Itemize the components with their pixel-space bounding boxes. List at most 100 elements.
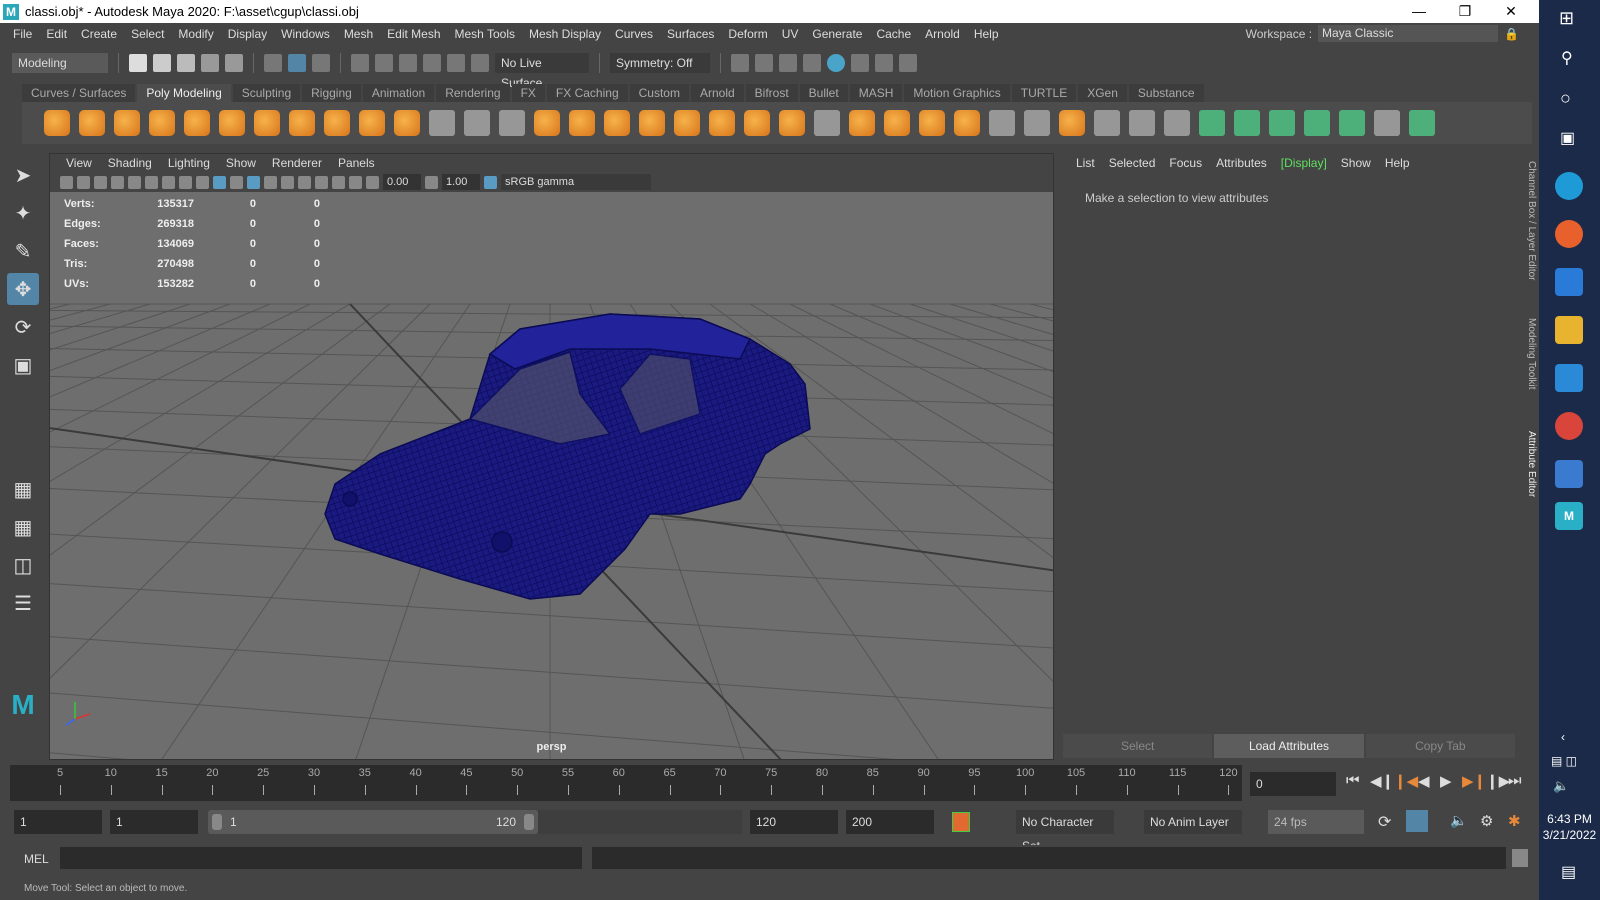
chevron-up-icon[interactable]: ‹ bbox=[1561, 730, 1565, 744]
merge-icon[interactable] bbox=[1059, 110, 1085, 136]
isolate-select-icon[interactable] bbox=[349, 175, 362, 189]
insert-loop-icon[interactable] bbox=[1094, 110, 1120, 136]
retopo-icon[interactable] bbox=[744, 110, 770, 136]
uv-unfold-icon[interactable] bbox=[1339, 110, 1365, 136]
bridge-icon[interactable] bbox=[814, 110, 840, 136]
super-shape-icon[interactable] bbox=[324, 110, 350, 136]
range-slider-track[interactable] bbox=[538, 810, 742, 834]
menu-edit-mesh[interactable]: Edit Mesh bbox=[380, 27, 447, 41]
select-component-icon[interactable] bbox=[312, 54, 330, 72]
notification-icon[interactable]: ▤ bbox=[1561, 862, 1576, 882]
time-slider[interactable]: 5 10 15 20 25 30 35 40 45 50 55 60 65 70 75 80 85 90 95 100… bbox=[10, 765, 1242, 801]
tab-arnold[interactable]: Arnold bbox=[690, 84, 744, 102]
snap-surface-icon[interactable] bbox=[447, 54, 465, 72]
windows-start-icon[interactable]: ⊞ bbox=[1559, 8, 1574, 29]
poly-sphere-icon[interactable] bbox=[44, 110, 70, 136]
go-to-start-icon[interactable]: ⏮ bbox=[1346, 772, 1360, 789]
close-button[interactable]: ✕ bbox=[1488, 0, 1534, 23]
viewport-menu-renderer[interactable]: Renderer bbox=[264, 154, 330, 172]
separate-icon[interactable] bbox=[569, 110, 595, 136]
clock-time[interactable]: 6:43 PM bbox=[1539, 812, 1600, 826]
smooth-icon[interactable] bbox=[639, 110, 665, 136]
snap-curve-icon[interactable] bbox=[375, 54, 393, 72]
menu-cache[interactable]: Cache bbox=[869, 27, 918, 41]
lock-icon[interactable]: 🔒 bbox=[1504, 27, 1519, 41]
scale-tool-icon[interactable]: ▣ bbox=[7, 349, 39, 381]
render-frame-icon[interactable] bbox=[755, 54, 773, 72]
copy-tab-button[interactable]: Copy Tab bbox=[1365, 734, 1515, 758]
bool-icon[interactable] bbox=[919, 110, 945, 136]
poly-disc-icon[interactable] bbox=[254, 110, 280, 136]
lasso-tool-icon[interactable]: ✦ bbox=[7, 197, 39, 229]
image-plane-icon[interactable] bbox=[111, 175, 124, 189]
menu-file[interactable]: File bbox=[6, 27, 39, 41]
tab-mash[interactable]: MASH bbox=[849, 84, 903, 102]
auto-key-icon[interactable] bbox=[952, 812, 970, 832]
uv-cylindrical-icon[interactable] bbox=[1234, 110, 1260, 136]
play-backwards-icon[interactable]: ◀ bbox=[1418, 772, 1430, 790]
camera-attributes-icon[interactable] bbox=[77, 175, 90, 189]
resolution-gate-icon[interactable] bbox=[162, 175, 175, 189]
range-start-handle[interactable] bbox=[212, 814, 222, 830]
cache-playback-icon[interactable] bbox=[1406, 810, 1428, 832]
move-tool-icon[interactable]: ✥ bbox=[7, 273, 39, 305]
live-surface-field[interactable]: No Live Surface bbox=[495, 53, 589, 90]
symmetry-dropdown[interactable]: Symmetry: Off bbox=[610, 53, 710, 73]
tab-turtle[interactable]: TURTLE bbox=[1011, 84, 1077, 102]
task-view-icon[interactable]: ▣ bbox=[1560, 128, 1575, 148]
mel-input[interactable] bbox=[60, 847, 582, 869]
fps-dropdown[interactable]: 24 fps bbox=[1268, 810, 1364, 834]
poly-plane-icon[interactable] bbox=[219, 110, 245, 136]
menu-help[interactable]: Help bbox=[967, 27, 1006, 41]
render-settings-icon[interactable] bbox=[803, 54, 821, 72]
four-view-icon[interactable]: ▦ bbox=[7, 511, 39, 543]
poly-cube-icon[interactable] bbox=[79, 110, 105, 136]
two-view-icon[interactable]: ◫ bbox=[7, 549, 39, 581]
sculpt-icon[interactable] bbox=[429, 110, 455, 136]
target-weld-icon[interactable] bbox=[1024, 110, 1050, 136]
grid-toggle-icon[interactable] bbox=[128, 175, 141, 189]
step-back-icon[interactable]: ◀❙ bbox=[1370, 772, 1394, 790]
chrome-icon[interactable] bbox=[1555, 412, 1583, 440]
fill-hole-icon[interactable] bbox=[884, 110, 910, 136]
volume-icon[interactable]: 🔈 bbox=[1553, 778, 1569, 794]
select-object-icon[interactable] bbox=[288, 54, 306, 72]
menu-generate[interactable]: Generate bbox=[805, 27, 869, 41]
uv-editor-icon[interactable] bbox=[1409, 110, 1435, 136]
channel-menu-display[interactable]: [Display] bbox=[1274, 156, 1334, 170]
menu-surfaces[interactable]: Surfaces bbox=[660, 27, 721, 41]
menu-select[interactable]: Select bbox=[124, 27, 171, 41]
channel-menu-focus[interactable]: Focus bbox=[1162, 156, 1209, 170]
anim-layer-dropdown[interactable]: No Anim Layer bbox=[1144, 810, 1242, 834]
end-time-field[interactable]: 120 bbox=[750, 810, 838, 834]
character-set-dropdown[interactable]: No Character Set bbox=[1016, 810, 1114, 853]
viewport-menu-lighting[interactable]: Lighting bbox=[160, 154, 218, 172]
tab-animation[interactable]: Animation bbox=[362, 84, 435, 102]
snap-center-icon[interactable] bbox=[471, 54, 489, 72]
anim-end-field[interactable]: 200 bbox=[846, 810, 934, 834]
lights-icon[interactable] bbox=[281, 175, 294, 189]
maya-taskbar-icon[interactable]: M bbox=[1555, 502, 1583, 530]
color-management-icon[interactable] bbox=[484, 175, 497, 189]
offset-loop-icon[interactable] bbox=[1129, 110, 1155, 136]
tab-curves-surfaces[interactable]: Curves / Surfaces bbox=[22, 84, 136, 102]
uv-spherical-icon[interactable] bbox=[1269, 110, 1295, 136]
channel-menu-attributes[interactable]: Attributes bbox=[1209, 156, 1274, 170]
platonic-solid-icon[interactable] bbox=[289, 110, 315, 136]
menu-display[interactable]: Display bbox=[221, 27, 274, 41]
sparkle-icon[interactable] bbox=[499, 110, 525, 136]
menu-mesh-tools[interactable]: Mesh Tools bbox=[448, 27, 522, 41]
smooth-shade-icon[interactable] bbox=[213, 175, 226, 189]
anim-start-field[interactable]: 1 bbox=[110, 810, 198, 834]
tab-bullet[interactable]: Bullet bbox=[799, 84, 848, 102]
poly-torus-icon[interactable] bbox=[184, 110, 210, 136]
menu-set-dropdown[interactable]: Modeling bbox=[12, 53, 108, 73]
tab-fx[interactable]: FX bbox=[511, 84, 545, 102]
menu-edit[interactable]: Edit bbox=[39, 27, 74, 41]
open-scene-icon[interactable] bbox=[153, 54, 171, 72]
viewport-menu-view[interactable]: View bbox=[58, 154, 100, 172]
uv-layout-icon[interactable] bbox=[1374, 110, 1400, 136]
xray-icon[interactable] bbox=[264, 175, 277, 189]
tab-rendering[interactable]: Rendering bbox=[436, 84, 510, 102]
mail-icon[interactable] bbox=[1555, 364, 1583, 392]
